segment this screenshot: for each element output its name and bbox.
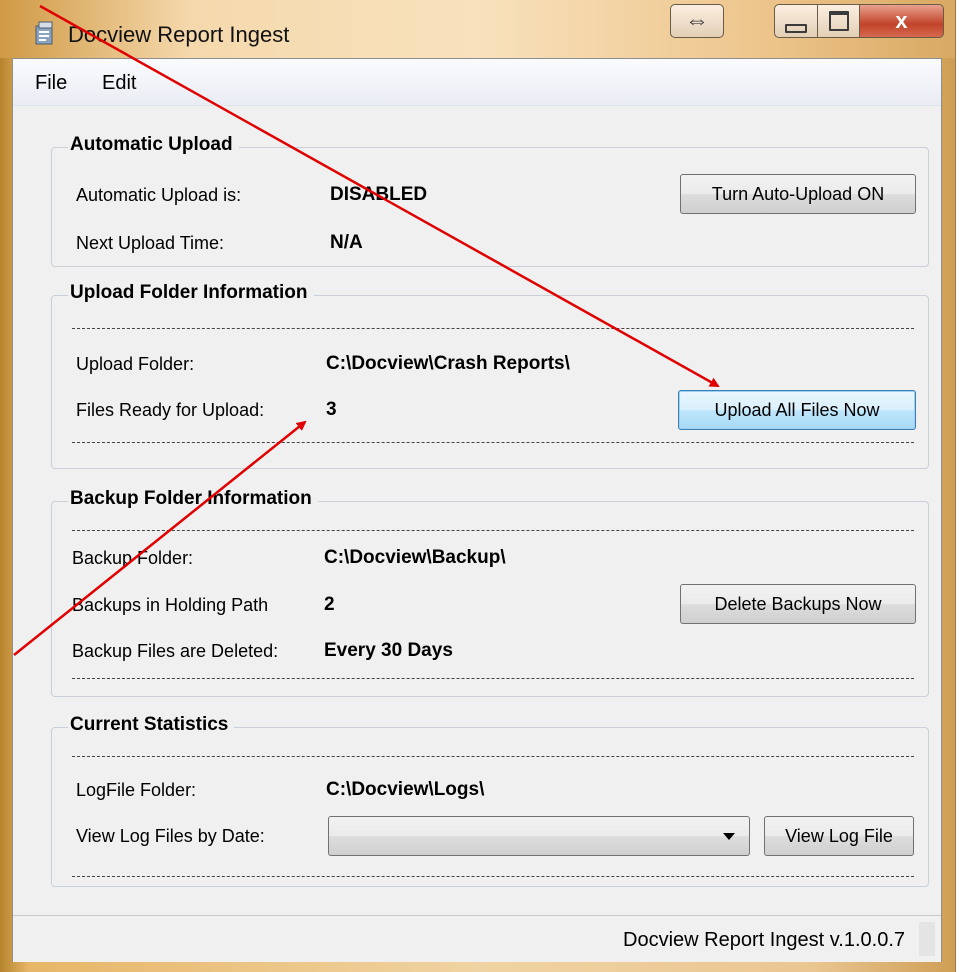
divider (72, 442, 914, 443)
logfile-folder-label: LogFile Folder: (76, 780, 197, 800)
auto-upload-status-label: Automatic Upload is: (76, 185, 242, 205)
resize-arrows-button[interactable]: ⇔ (670, 4, 724, 38)
backup-folder-value: C:\Docview\Backup\ (324, 547, 506, 568)
status-bar: Docview Report Ingest v.1.0.0.7 (13, 915, 941, 962)
view-log-file-button[interactable]: View Log File (764, 816, 914, 856)
divider (72, 328, 914, 329)
divider (72, 530, 914, 531)
menu-edit[interactable]: Edit (102, 72, 136, 95)
turn-auto-upload-on-button[interactable]: Turn Auto-Upload ON (680, 174, 916, 214)
divider (72, 756, 914, 757)
next-upload-time-label: Next Upload Time: (76, 233, 225, 253)
title-bar[interactable]: Docview Report Ingest ⇔ x (0, 0, 955, 58)
maximize-button[interactable] (818, 4, 860, 38)
backups-holding-value: 2 (324, 594, 335, 615)
double-arrow-icon: ⇔ (685, 7, 709, 34)
next-upload-time-value: N/A (330, 232, 363, 253)
menu-bar: File Edit (13, 59, 941, 106)
upload-folder-value: C:\Docview\Crash Reports\ (326, 353, 570, 374)
app-icon (35, 21, 53, 45)
backups-holding-label: Backups in Holding Path (72, 595, 269, 615)
auto-upload-status-value: DISABLED (330, 184, 428, 205)
window-client-area: File Edit Automatic Upload Automatic Upl… (12, 58, 942, 962)
close-button[interactable]: x (860, 4, 944, 38)
upload-all-files-button[interactable]: Upload All Files Now (678, 390, 916, 430)
resize-grip[interactable] (919, 922, 935, 956)
automatic-upload-title: Automatic Upload (68, 134, 239, 156)
divider (72, 876, 914, 877)
current-statistics-group: Current Statistics LogFile Folder: C:\Do… (51, 714, 929, 887)
minimize-button[interactable] (774, 4, 818, 38)
window-title: Docview Report Ingest (68, 22, 290, 47)
delete-backups-button[interactable]: Delete Backups Now (680, 584, 916, 624)
maximize-icon (828, 11, 849, 31)
backup-folder-group: Backup Folder Information Backup Folder:… (51, 488, 929, 697)
files-ready-label: Files Ready for Upload: (76, 400, 265, 420)
minimize-icon (785, 23, 807, 33)
log-date-dropdown[interactable] (328, 816, 750, 856)
divider (72, 678, 914, 679)
upload-folder-label: Upload Folder: (76, 354, 195, 374)
close-icon: x (895, 8, 908, 33)
backup-deleted-label: Backup Files are Deleted: (72, 641, 279, 661)
backup-deleted-value: Every 30 Days (324, 640, 453, 661)
automatic-upload-group: Automatic Upload Automatic Upload is: DI… (51, 134, 929, 267)
chevron-down-icon (723, 833, 735, 840)
view-log-date-label: View Log Files by Date: (76, 826, 265, 846)
upload-folder-group: Upload Folder Information Upload Folder:… (51, 282, 929, 469)
backup-folder-label: Backup Folder: (72, 548, 194, 568)
logfile-folder-value: C:\Docview\Logs\ (326, 779, 485, 800)
upload-folder-title: Upload Folder Information (68, 282, 314, 304)
menu-file[interactable]: File (35, 72, 67, 95)
current-statistics-title: Current Statistics (68, 714, 235, 736)
backup-folder-title: Backup Folder Information (68, 488, 318, 510)
status-bar-version: Docview Report Ingest v.1.0.0.7 (623, 929, 905, 951)
files-ready-value: 3 (326, 399, 337, 420)
